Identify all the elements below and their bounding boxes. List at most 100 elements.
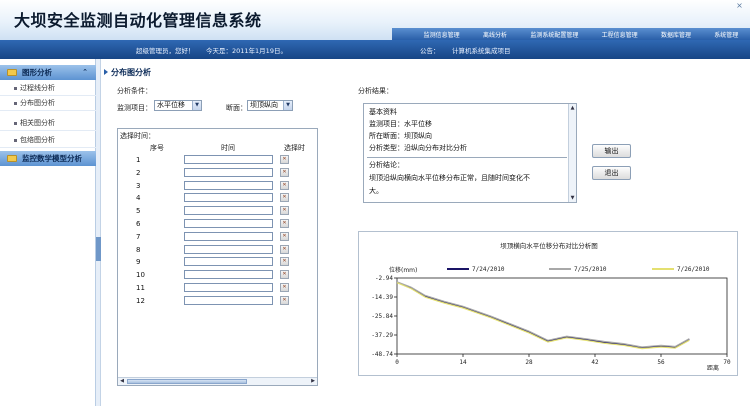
title-arrow-icon: [104, 69, 108, 75]
result-divider: [367, 157, 567, 158]
bullet-icon: [14, 121, 17, 125]
bullet-icon: [14, 138, 17, 142]
scroll-right-icon[interactable]: ▶: [309, 378, 317, 385]
sidebar-item-distribution[interactable]: 分布图分析: [0, 96, 96, 111]
calendar-picker-icon[interactable]: ✕: [280, 295, 289, 305]
calendar-picker-icon[interactable]: ✕: [280, 167, 289, 177]
x-tick-label: 56: [657, 359, 665, 366]
calendar-picker-icon[interactable]: ✕: [280, 270, 289, 280]
vertical-scrollbar[interactable]: ▲ ▼: [568, 104, 576, 202]
y-tick-label: -2.94: [375, 275, 393, 282]
y-tick-label: -48.74: [371, 351, 393, 358]
item-select[interactable]: 水平位移 ▼: [154, 100, 202, 111]
calendar-picker-icon[interactable]: ✕: [280, 206, 289, 216]
app-window: 大坝安全监测自动化管理信息系统 × 监测信息管理 离线分析 监测系统配置管理 工…: [0, 0, 750, 406]
collapse-icon[interactable]: ⌃: [82, 65, 88, 80]
bullet-icon: [14, 86, 17, 90]
nav-item-project-info[interactable]: 工程信息管理: [602, 30, 638, 39]
time-input[interactable]: [184, 193, 273, 203]
time-row-number: 4: [136, 194, 141, 203]
calendar-picker-icon[interactable]: ✕: [280, 283, 289, 292]
scroll-up-icon[interactable]: ▲: [569, 104, 576, 112]
result-line: 坝顶沿纵向横向水平位移分布正常，且随时间变化不: [369, 174, 530, 182]
exit-button[interactable]: 退出: [592, 166, 631, 180]
page-title-text: 分布图分析: [111, 68, 151, 77]
nav-item-system-config[interactable]: 监测系统配置管理: [530, 30, 578, 39]
results-textbox[interactable]: 基本资料 监测项目：水平位移 所在断面：坝顶纵向 分析类型：沿纵向分布对比分析 …: [363, 103, 577, 203]
plot-frame: [396, 277, 728, 355]
time-input[interactable]: [184, 180, 273, 190]
sidebar-item-envelope[interactable]: 包络图分析: [0, 133, 96, 148]
time-row-number: 3: [136, 181, 141, 190]
item-select-value: 水平位移: [157, 101, 185, 109]
chevron-down-icon[interactable]: ▼: [192, 101, 201, 110]
time-row-number: 8: [136, 245, 141, 254]
sidebar-section-label: 图形分析: [22, 68, 52, 77]
time-row-number: 12: [136, 296, 145, 305]
scroll-left-icon[interactable]: ◀: [118, 378, 126, 385]
sidebar-item-correlation[interactable]: 相关图分析: [0, 116, 96, 131]
result-line: 分析类型：沿纵向分布对比分析: [369, 144, 467, 152]
nav-item-offline-analysis[interactable]: 离线分析: [483, 30, 507, 39]
calendar-picker-icon[interactable]: ✕: [280, 231, 289, 241]
y-tick-label: -14.39: [371, 294, 393, 301]
chevron-down-icon[interactable]: ▼: [283, 101, 292, 110]
page-title: 分布图分析: [104, 67, 151, 78]
sidebar-item-label: 过程线分析: [20, 84, 55, 92]
time-input[interactable]: [184, 219, 273, 228]
splitter-handle[interactable]: [96, 237, 101, 261]
time-input[interactable]: [184, 206, 273, 216]
nav-item-monitoring-info[interactable]: 监测信息管理: [424, 30, 460, 39]
result-line: 大。: [369, 187, 383, 195]
time-input[interactable]: [184, 295, 273, 305]
sidebar-item-process-line[interactable]: 过程线分析: [0, 81, 96, 96]
calendar-picker-icon[interactable]: ✕: [280, 257, 289, 267]
bullet-icon: [14, 101, 17, 105]
time-row-number: 10: [136, 271, 145, 280]
result-line: 所在断面：坝顶纵向: [369, 132, 432, 140]
current-date: 今天是：2011年1月19日。: [206, 47, 287, 55]
close-icon[interactable]: ×: [735, 1, 744, 10]
result-line: 分析结论：: [369, 161, 404, 169]
distribution-chart: 坝顶横向水平位移分布对比分析图位移(mm) 距离 7/24/2010 7/25/201…: [371, 241, 731, 372]
col-header-no: 序号: [150, 144, 164, 152]
time-label: 选择时间：: [120, 132, 155, 140]
sidebar-splitter[interactable]: [96, 59, 101, 406]
result-line: 监测项目：水平位移: [369, 120, 432, 128]
legend-label: 7/26/2010: [677, 266, 710, 273]
y-tick-label: -25.84: [371, 313, 393, 320]
calendar-picker-icon[interactable]: ✕: [280, 219, 289, 228]
time-input[interactable]: [184, 283, 273, 292]
section-select[interactable]: 坝顶纵向 ▼: [247, 100, 293, 111]
time-row-number: 7: [136, 232, 141, 241]
calendar-picker-icon[interactable]: ✕: [280, 244, 289, 254]
x-tick-label: 0: [395, 359, 399, 366]
time-input[interactable]: [184, 270, 273, 280]
top-nav: 监测信息管理 离线分析 监测系统配置管理 工程信息管理 数据库管理 系统管理: [392, 28, 750, 40]
legend-label: 7/25/2010: [574, 266, 607, 273]
sidebar: 图形分析 ⌃ 过程线分析 分布图分析 相关图分析 包络图分析 监控数学模型分析: [0, 59, 96, 406]
calendar-picker-icon[interactable]: ✕: [280, 180, 289, 190]
export-button[interactable]: 输出: [592, 144, 631, 158]
time-input[interactable]: [184, 231, 273, 241]
time-input[interactable]: [184, 257, 273, 267]
calendar-picker-icon[interactable]: ✕: [280, 193, 289, 203]
nav-item-system[interactable]: 系统管理: [714, 30, 738, 39]
calendar-picker-icon[interactable]: ✕: [280, 155, 289, 164]
scroll-down-icon[interactable]: ▼: [569, 194, 576, 202]
result-line: 基本资料: [369, 108, 397, 116]
sidebar-section-math-model[interactable]: 监控数学模型分析: [0, 151, 96, 166]
header: 大坝安全监测自动化管理信息系统 × 监测信息管理 离线分析 监测系统配置管理 工…: [0, 0, 750, 40]
time-row-number: 9: [136, 258, 141, 267]
time-input[interactable]: [184, 167, 273, 177]
results-label: 分析结果：: [358, 87, 393, 95]
horizontal-scrollbar[interactable]: ◀ ▶: [118, 377, 317, 385]
time-input[interactable]: [184, 155, 273, 164]
time-input[interactable]: [184, 244, 273, 254]
sidebar-section-graph-analysis[interactable]: 图形分析 ⌃: [0, 65, 96, 80]
nav-item-database[interactable]: 数据库管理: [661, 30, 691, 39]
sidebar-section-label: 监控数学模型分析: [22, 154, 82, 163]
time-row-number: 2: [136, 168, 141, 177]
scroll-thumb[interactable]: [127, 379, 247, 384]
col-header-time: 时间: [221, 144, 235, 152]
